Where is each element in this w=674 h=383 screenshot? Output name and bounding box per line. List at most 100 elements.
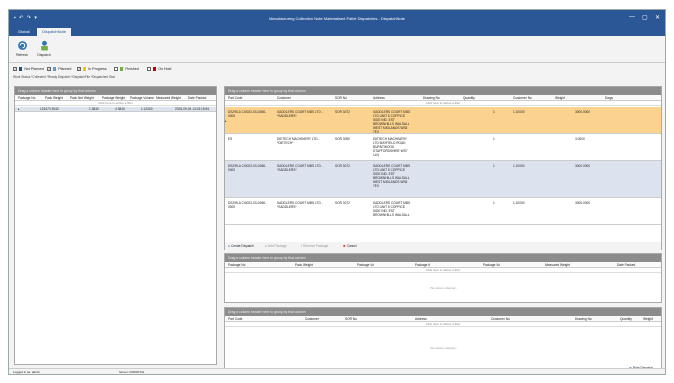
column-header[interactable]: Package Vo — [357, 263, 374, 267]
table-row[interactable]: DS295-A CI0023-03-D060-0000 SADDLERS COUR… — [225, 198, 661, 225]
table-row[interactable]: ES DIETECH MACHINERY LTD - *DIETECH* SOR 3… — [225, 134, 661, 161]
cancel-button[interactable]: ✖ Cancel — [343, 244, 357, 248]
column-header[interactable]: Drawing No — [575, 317, 592, 321]
app-window: ▪ ↶ ↷ ▾ Manufacturing Collection Note Ma… — [8, 9, 666, 375]
table-row[interactable]: ▸ 123473 3940 1 3840 4 3840 1.12000 2025… — [15, 107, 216, 112]
column-header[interactable]: SOR No — [335, 96, 347, 100]
column-header[interactable]: Package Volume — [130, 96, 154, 100]
table-row[interactable]: DS295-A CI0023-03-D060-0000 SADDLERS COUR… — [225, 161, 661, 198]
column-header[interactable]: Package Weight — [102, 96, 125, 100]
remove-package-button[interactable]: ▪ Remove Package — [301, 244, 328, 248]
column-header[interactable]: Customer — [277, 96, 291, 100]
checkbox[interactable]: ✓ — [47, 67, 51, 71]
filter-on-hold[interactable]: On Hold — [147, 67, 171, 71]
plus-icon: ● — [265, 244, 267, 248]
customer-cell: SADDLERS COURT MBS LTD - *SADDLERS* — [277, 110, 323, 118]
cell: 1 3840 — [89, 107, 99, 111]
cell: 123473 3940 — [40, 107, 59, 111]
color-swatch — [52, 67, 57, 71]
checkbox[interactable]: ✓ — [77, 67, 81, 71]
filter-row[interactable]: Click here to define a filter — [225, 322, 661, 327]
filter-in-progress[interactable]: ✓ In Progress — [77, 67, 107, 71]
filter-row[interactable]: Click here to define a filter — [225, 101, 661, 106]
tab-dispatchnote[interactable]: DispatchNote — [37, 28, 72, 36]
column-header[interactable]: Pack Weight — [45, 96, 63, 100]
column-header[interactable]: SOR No — [345, 317, 357, 321]
group-panel-header[interactable]: Drag a column header here to group by th… — [225, 308, 661, 316]
dispatch-grid: Drag a column header here to group by th… — [224, 86, 662, 250]
checkbox[interactable] — [114, 67, 118, 71]
color-swatch — [152, 67, 157, 71]
filter-finished[interactable]: Finished — [114, 67, 139, 71]
column-header[interactable]: Pack Net Weight — [70, 96, 94, 100]
column-header[interactable]: Measured Weight — [545, 263, 570, 267]
customer-no-cell: 1.10000 — [513, 201, 525, 205]
refresh-button[interactable]: Refresh — [12, 40, 32, 57]
column-header[interactable]: Part Code — [228, 317, 242, 321]
cell: 1.12000 — [141, 107, 153, 111]
quantity-cell: 1 — [493, 201, 495, 205]
column-header[interactable]: Quantity — [620, 317, 632, 321]
weight-cell: 3000.0000 — [575, 164, 591, 168]
status-filter-bar: ✓ Not Planned ✓ Planned ✓ In Progress Finis… — [9, 64, 665, 74]
address-cell: DIETECH MACHINERY LTD MAYFIELD ROAD BURN… — [373, 137, 408, 157]
column-header[interactable]: Quantity — [463, 96, 475, 100]
column-header[interactable]: Date Packed — [188, 96, 206, 100]
status-bar: Logged in as: admin Server: DISPATCH — [9, 368, 665, 374]
column-header[interactable]: Customer No — [491, 317, 510, 321]
row-indicator: ▸ — [18, 107, 20, 111]
weight-cell: 3000.0000 — [575, 201, 591, 205]
column-header[interactable]: Package No — [228, 263, 245, 267]
cancel-icon: ✖ — [343, 244, 346, 248]
sor-cell: SOR 3072 — [335, 110, 350, 114]
column-header[interactable]: Weight — [555, 96, 565, 100]
cell: 4 3840 — [115, 107, 125, 111]
minimize-button[interactable]: — — [629, 14, 635, 20]
customer-cell: SADDLERS COURT MBS LTD - *SADDLERS* — [277, 201, 323, 209]
filter-row[interactable]: Click here to define a filter — [15, 101, 216, 106]
column-header[interactable]: Address — [373, 96, 385, 100]
column-header[interactable]: Drawing No — [423, 96, 440, 100]
close-button[interactable]: ✕ — [655, 14, 660, 21]
status-user: Logged in as: admin — [13, 370, 41, 374]
filter-label: In Progress — [88, 67, 107, 71]
ribbon-tabs: Global DispatchNote — [9, 27, 665, 36]
group-panel-header[interactable]: Drag a column header here to group by th… — [15, 87, 216, 95]
quantity-cell: 1 — [493, 110, 495, 114]
column-header[interactable]: Package It — [415, 263, 430, 267]
table-row[interactable]: DS295-A CI0023-03-D060-0000 SADDLERS COUR… — [225, 107, 661, 134]
column-header[interactable]: Customer — [305, 317, 319, 321]
customer-no-cell: 1.10000 — [513, 164, 525, 168]
part-grid: Drag a column header here to group by th… — [224, 307, 662, 369]
checkbox[interactable]: ✓ — [13, 67, 17, 71]
window-title: Manufacturing Collection Note Materialis… — [269, 16, 405, 21]
filter-label: Finished — [125, 67, 139, 71]
filter-planned[interactable]: ✓ Planned — [47, 67, 71, 71]
refresh-label: Refresh — [16, 53, 28, 57]
add-icon: ● — [228, 244, 230, 248]
column-header[interactable]: Weight — [643, 317, 653, 321]
filter-row[interactable]: Click here to define a filter — [225, 268, 661, 273]
column-header[interactable]: Address — [415, 317, 427, 321]
filter-not-planned[interactable]: ✓ Not Planned — [13, 67, 44, 71]
group-panel-header[interactable]: Drag a column header here to group by th… — [225, 254, 661, 262]
checkbox[interactable] — [147, 67, 151, 71]
column-header[interactable]: Measured Weight — [156, 96, 181, 100]
dispatch-button[interactable]: Dispatch — [34, 40, 54, 57]
dispatch-label: Dispatch — [37, 53, 51, 57]
column-header[interactable]: Package No — [18, 96, 35, 100]
column-header[interactable]: Pack Weight — [295, 263, 313, 267]
column-header[interactable]: Part Code — [228, 96, 242, 100]
create-dispatch-button[interactable]: ● Create Dispatch — [228, 244, 254, 248]
group-panel-header[interactable]: Drag a column header here to group by th… — [225, 87, 661, 95]
column-header[interactable]: Dwgs — [605, 96, 613, 100]
column-header[interactable]: Date Packed — [617, 263, 635, 267]
maximize-button[interactable]: ▢ — [642, 14, 648, 21]
column-header[interactable]: Customer No — [513, 96, 532, 100]
cell: 2025-09-04 13:23:16:54 — [175, 107, 210, 111]
sor-cell: SOR 3072 — [335, 164, 350, 168]
column-header[interactable]: Package Vo — [483, 263, 500, 267]
add-package-button[interactable]: ● Add Package — [265, 244, 287, 248]
tab-global[interactable]: Global — [13, 28, 35, 36]
dispatch-icon — [40, 40, 48, 51]
